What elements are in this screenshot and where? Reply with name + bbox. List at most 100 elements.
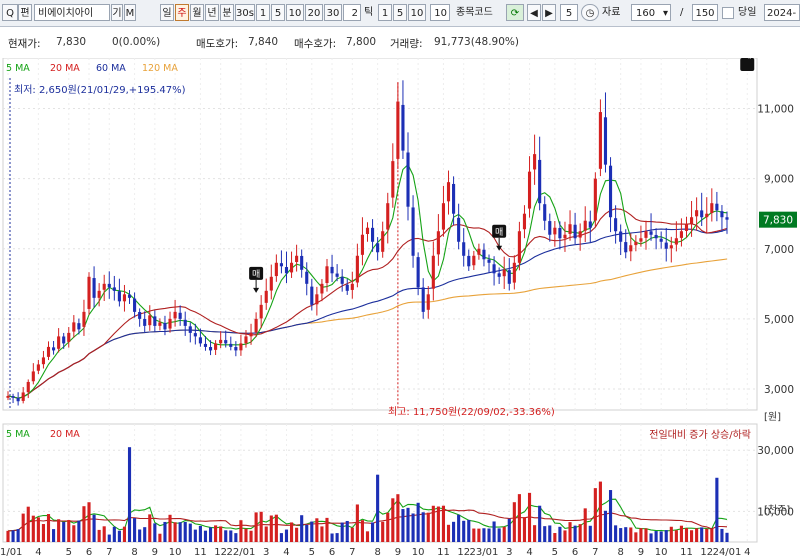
period-month[interactable]: 월 bbox=[190, 4, 204, 21]
volume-bar bbox=[426, 512, 430, 542]
time-tick-label: 7 bbox=[349, 547, 355, 558]
price-tick-label: 7,000 bbox=[764, 244, 794, 256]
volume-bar bbox=[259, 511, 263, 542]
volume-bar bbox=[97, 529, 101, 542]
minute-30[interactable]: 30 bbox=[324, 4, 342, 21]
candle-body bbox=[507, 270, 511, 284]
candle-body bbox=[173, 311, 177, 319]
time-tick-label: 22/01 bbox=[227, 547, 256, 558]
candle-body bbox=[143, 318, 147, 326]
tick-1[interactable]: 1 bbox=[378, 4, 392, 21]
candle-body bbox=[588, 221, 592, 228]
volume-bar bbox=[122, 526, 127, 542]
volume-bar bbox=[487, 528, 491, 542]
period-year[interactable]: 년 bbox=[205, 4, 219, 21]
nav-step-input[interactable]: 5 bbox=[560, 4, 578, 21]
candle-body bbox=[46, 346, 51, 357]
time-tick-label: 10 bbox=[412, 547, 425, 558]
candle-body bbox=[208, 347, 213, 351]
candle-body bbox=[710, 203, 714, 214]
tick-input[interactable]: 2 bbox=[343, 4, 361, 21]
tick-count-input[interactable]: 10 bbox=[430, 4, 450, 21]
candle-body bbox=[269, 276, 273, 291]
candle-body bbox=[674, 238, 678, 245]
bid-value: 7,800 bbox=[346, 36, 377, 48]
candle-body bbox=[168, 318, 172, 329]
volume-bar bbox=[320, 526, 324, 542]
volume-bar bbox=[355, 504, 359, 542]
minute-10[interactable]: 10 bbox=[286, 4, 304, 21]
candle-body bbox=[502, 269, 506, 277]
time-tick-label: 8 bbox=[374, 547, 380, 558]
volume-bar bbox=[517, 494, 521, 542]
stock-name-input[interactable]: 비에이치아이 bbox=[34, 4, 110, 21]
volume-bar bbox=[421, 512, 425, 542]
volume-bar bbox=[401, 509, 405, 542]
period-30s[interactable]: 30s bbox=[235, 4, 255, 21]
clock-icon[interactable]: ◷ bbox=[581, 4, 599, 21]
volume-bar bbox=[684, 528, 689, 542]
volume-bar bbox=[239, 520, 243, 542]
low-price-note: 최저: 2,650원(21/01/29,+195.47%) bbox=[14, 84, 186, 96]
candle-body bbox=[603, 117, 608, 165]
period-day[interactable]: 일 bbox=[160, 4, 174, 21]
m-button[interactable]: M bbox=[124, 4, 136, 21]
volume-bar bbox=[446, 524, 451, 542]
volume-bar bbox=[214, 525, 218, 542]
buy-marker-label: 매 bbox=[252, 269, 260, 280]
time-tick-label: 4 bbox=[35, 547, 41, 558]
volume-bar bbox=[57, 519, 61, 542]
volume-bar bbox=[679, 525, 683, 542]
date-input[interactable]: 2024-0 bbox=[764, 4, 800, 21]
volume-bar bbox=[720, 528, 724, 542]
volume-bar bbox=[295, 527, 299, 542]
candle-body bbox=[614, 218, 618, 232]
candle-body bbox=[619, 231, 623, 242]
period-week[interactable]: 주 bbox=[175, 4, 189, 21]
sameday-checkbox[interactable] bbox=[722, 7, 734, 19]
minute-1[interactable]: 1 bbox=[256, 4, 270, 21]
candle-body bbox=[16, 397, 20, 402]
minute-20[interactable]: 20 bbox=[305, 4, 323, 21]
candle-body bbox=[138, 312, 142, 319]
volume-bar bbox=[6, 530, 10, 542]
nav-next-icon[interactable]: ▶ bbox=[542, 4, 556, 21]
data-total-input[interactable]: 150 bbox=[692, 4, 718, 21]
gi-button[interactable]: 기 bbox=[111, 4, 123, 21]
stock-chart[interactable]: 3,0005,0007,0009,00011,00010,00030,00021… bbox=[0, 58, 800, 558]
time-tick-label: 7 bbox=[106, 547, 112, 558]
volume-bar bbox=[700, 527, 704, 542]
refresh-icon[interactable]: ⟳ bbox=[506, 4, 524, 21]
volume-bar bbox=[148, 514, 152, 542]
tick-10[interactable]: 10 bbox=[408, 4, 426, 21]
volume-bar bbox=[183, 522, 187, 542]
volume-bar bbox=[107, 534, 111, 542]
minute-5[interactable]: 5 bbox=[271, 4, 285, 21]
volume-bar bbox=[77, 520, 81, 542]
volume-bar bbox=[715, 477, 719, 542]
volume-bar bbox=[527, 492, 532, 542]
candle-body bbox=[659, 238, 663, 242]
volume-bar bbox=[452, 521, 456, 542]
candle-body bbox=[421, 287, 425, 312]
tick-5[interactable]: 5 bbox=[393, 4, 407, 21]
period-minute[interactable]: 분 bbox=[220, 4, 234, 21]
candle-body bbox=[487, 259, 491, 263]
mode-button[interactable]: 편 bbox=[18, 4, 32, 21]
candle-body bbox=[376, 243, 380, 253]
candle-body bbox=[431, 255, 435, 289]
search-icon[interactable]: Q bbox=[2, 4, 18, 21]
volume-bar bbox=[11, 530, 15, 542]
candle-body bbox=[305, 271, 309, 284]
candle-body bbox=[234, 347, 238, 351]
volume-bar bbox=[208, 527, 213, 542]
time-tick-label: 6 bbox=[86, 547, 92, 558]
volume-bar bbox=[52, 529, 56, 542]
volume-bar bbox=[578, 524, 582, 542]
candle-body bbox=[512, 262, 516, 283]
data-count-select[interactable]: 160 ▾ bbox=[631, 4, 671, 21]
candle-body bbox=[330, 266, 334, 274]
volume-bar bbox=[163, 521, 167, 542]
volume-bar bbox=[178, 522, 182, 542]
nav-prev-icon[interactable]: ◀ bbox=[527, 4, 541, 21]
